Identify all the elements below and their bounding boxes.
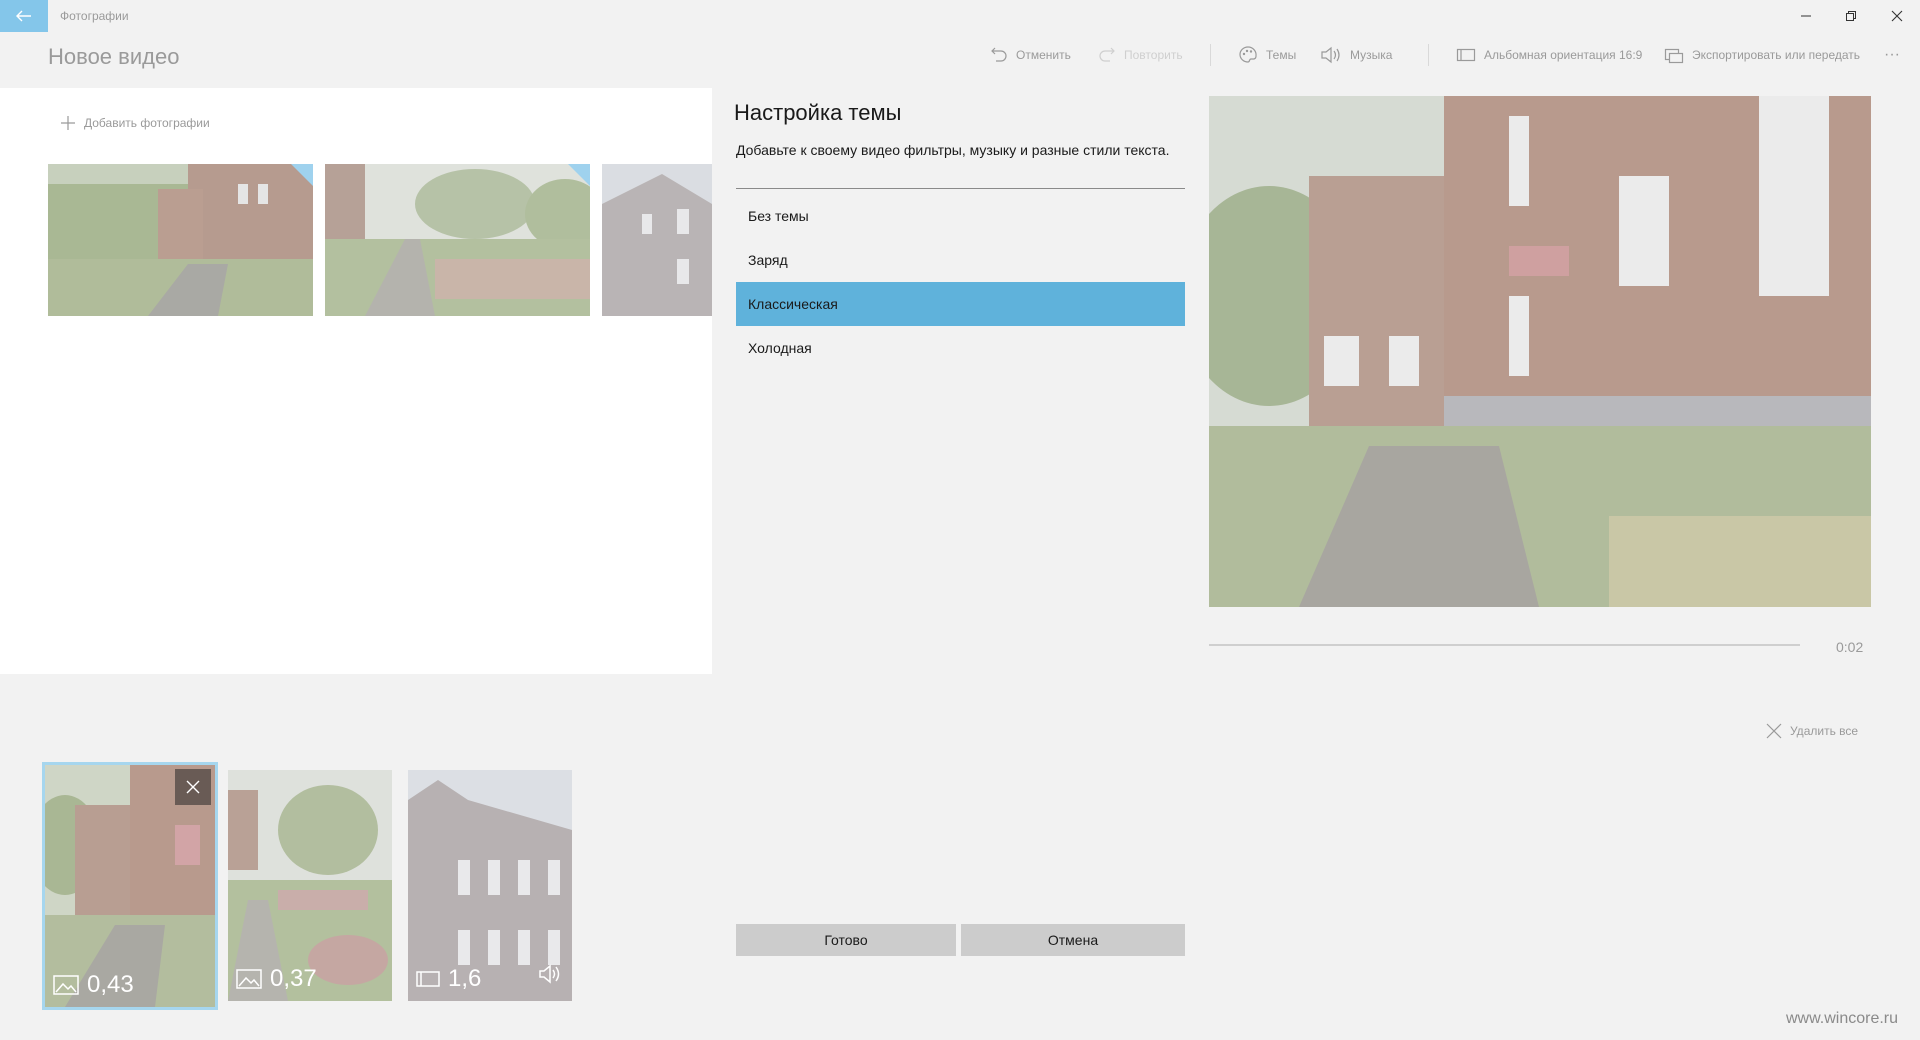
- storyboard-card-2[interactable]: 0,37: [228, 770, 392, 1001]
- theme-option-label: Классическая: [748, 296, 838, 312]
- restore-icon: [1846, 11, 1856, 21]
- remove-clip-button[interactable]: [175, 769, 211, 805]
- video-preview[interactable]: [1209, 96, 1871, 607]
- orientation-button[interactable]: Альбомная ориентация 16:9: [1456, 44, 1642, 66]
- dialog-divider: [736, 188, 1185, 189]
- theme-option-label: Без темы: [748, 208, 809, 224]
- title-bar: [0, 0, 1920, 33]
- image-icon: [53, 975, 79, 995]
- restore-button[interactable]: [1828, 0, 1874, 32]
- storyboard-card-3[interactable]: 1,6: [408, 770, 572, 1001]
- speaker-icon: [539, 964, 560, 984]
- clip-duration-value: 1,6: [448, 965, 482, 992]
- library-thumbnail-2[interactable]: [325, 164, 590, 316]
- export-icon: [1664, 48, 1684, 64]
- theme-option-charge[interactable]: Заряд: [736, 238, 1185, 282]
- clip-audio-indicator: [538, 964, 564, 989]
- storyboard-card-1[interactable]: 0,43: [42, 762, 218, 1010]
- toolbar-divider: [1210, 44, 1211, 66]
- themes-label: Темы: [1266, 48, 1297, 62]
- speaker-icon: [1321, 46, 1340, 64]
- back-button[interactable]: [0, 0, 48, 32]
- theme-option-label: Заряд: [748, 252, 788, 268]
- theme-option-label: Холодная: [748, 340, 812, 356]
- close-icon: [186, 780, 200, 794]
- toolbar-divider: [1428, 44, 1429, 66]
- music-label: Музыка: [1350, 48, 1393, 62]
- plus-icon: [61, 116, 75, 130]
- delete-all-label: Удалить все: [1790, 724, 1859, 738]
- orientation-label: Альбомная ориентация 16:9: [1484, 48, 1643, 62]
- clip-duration: 0,43: [53, 971, 134, 999]
- music-button[interactable]: Музыка: [1320, 44, 1392, 66]
- preview-photo: [1209, 96, 1871, 607]
- minimize-button[interactable]: [1783, 0, 1829, 32]
- export-label: Экспортировать или передать: [1692, 48, 1861, 62]
- theme-option-classic[interactable]: Классическая: [736, 282, 1185, 326]
- clip-duration-value: 0,37: [270, 965, 317, 992]
- building-facade-photo: [602, 164, 712, 316]
- theme-option-none[interactable]: Без темы: [736, 194, 1185, 238]
- undo-icon: [991, 47, 1007, 62]
- undo-label: Отменить: [1016, 48, 1071, 62]
- aspect-ratio-icon: [1456, 48, 1476, 62]
- dialog-title: Настройка темы: [734, 100, 902, 125]
- school-yard-photo: [48, 164, 313, 316]
- close-window-button[interactable]: [1874, 0, 1920, 32]
- theme-option-cold[interactable]: Холодная: [736, 326, 1185, 370]
- library-thumbnail-3[interactable]: [602, 164, 712, 316]
- watermark: www.wincore.ru: [1786, 1010, 1899, 1027]
- add-photos-button[interactable]: Добавить фотографии: [60, 115, 210, 131]
- library-thumbnail-1[interactable]: [48, 164, 313, 316]
- done-button[interactable]: Готово: [736, 924, 956, 956]
- back-arrow-icon: [16, 10, 31, 22]
- add-photos-label: Добавить фотографии: [84, 116, 210, 130]
- clip-duration: 0,37: [236, 965, 317, 993]
- minimize-icon: [1801, 15, 1811, 17]
- playback-time: 0:02: [1836, 639, 1864, 655]
- app-title: Фотографии: [60, 9, 129, 23]
- cancel-button[interactable]: Отмена: [961, 924, 1185, 956]
- clip-duration-value: 0,43: [87, 971, 134, 998]
- selection-corner: [291, 164, 313, 186]
- selection-corner: [568, 164, 590, 186]
- redo-icon: [1099, 47, 1115, 62]
- more-icon: ···: [1884, 46, 1900, 63]
- redo-label: Повторить: [1124, 48, 1183, 62]
- close-icon: [1891, 10, 1903, 22]
- playback-progress-bar[interactable]: [1209, 644, 1800, 646]
- undo-button[interactable]: Отменить: [990, 44, 1071, 66]
- redo-button[interactable]: Повторить: [1098, 44, 1183, 66]
- themes-button[interactable]: Темы: [1238, 44, 1296, 66]
- export-button[interactable]: Экспортировать или передать: [1664, 44, 1860, 66]
- image-icon: [236, 969, 262, 989]
- close-icon: [1766, 723, 1782, 739]
- video-icon: [416, 971, 440, 987]
- park-path-photo: [325, 164, 590, 316]
- page-title: Новое видео: [48, 44, 180, 69]
- dialog-description: Добавьте к своему видео фильтры, музыку …: [736, 142, 1170, 158]
- clip-duration: 1,6: [416, 965, 481, 993]
- delete-all-button[interactable]: Удалить все: [1766, 723, 1858, 739]
- more-button[interactable]: ···: [1884, 44, 1900, 66]
- palette-icon: [1239, 46, 1257, 63]
